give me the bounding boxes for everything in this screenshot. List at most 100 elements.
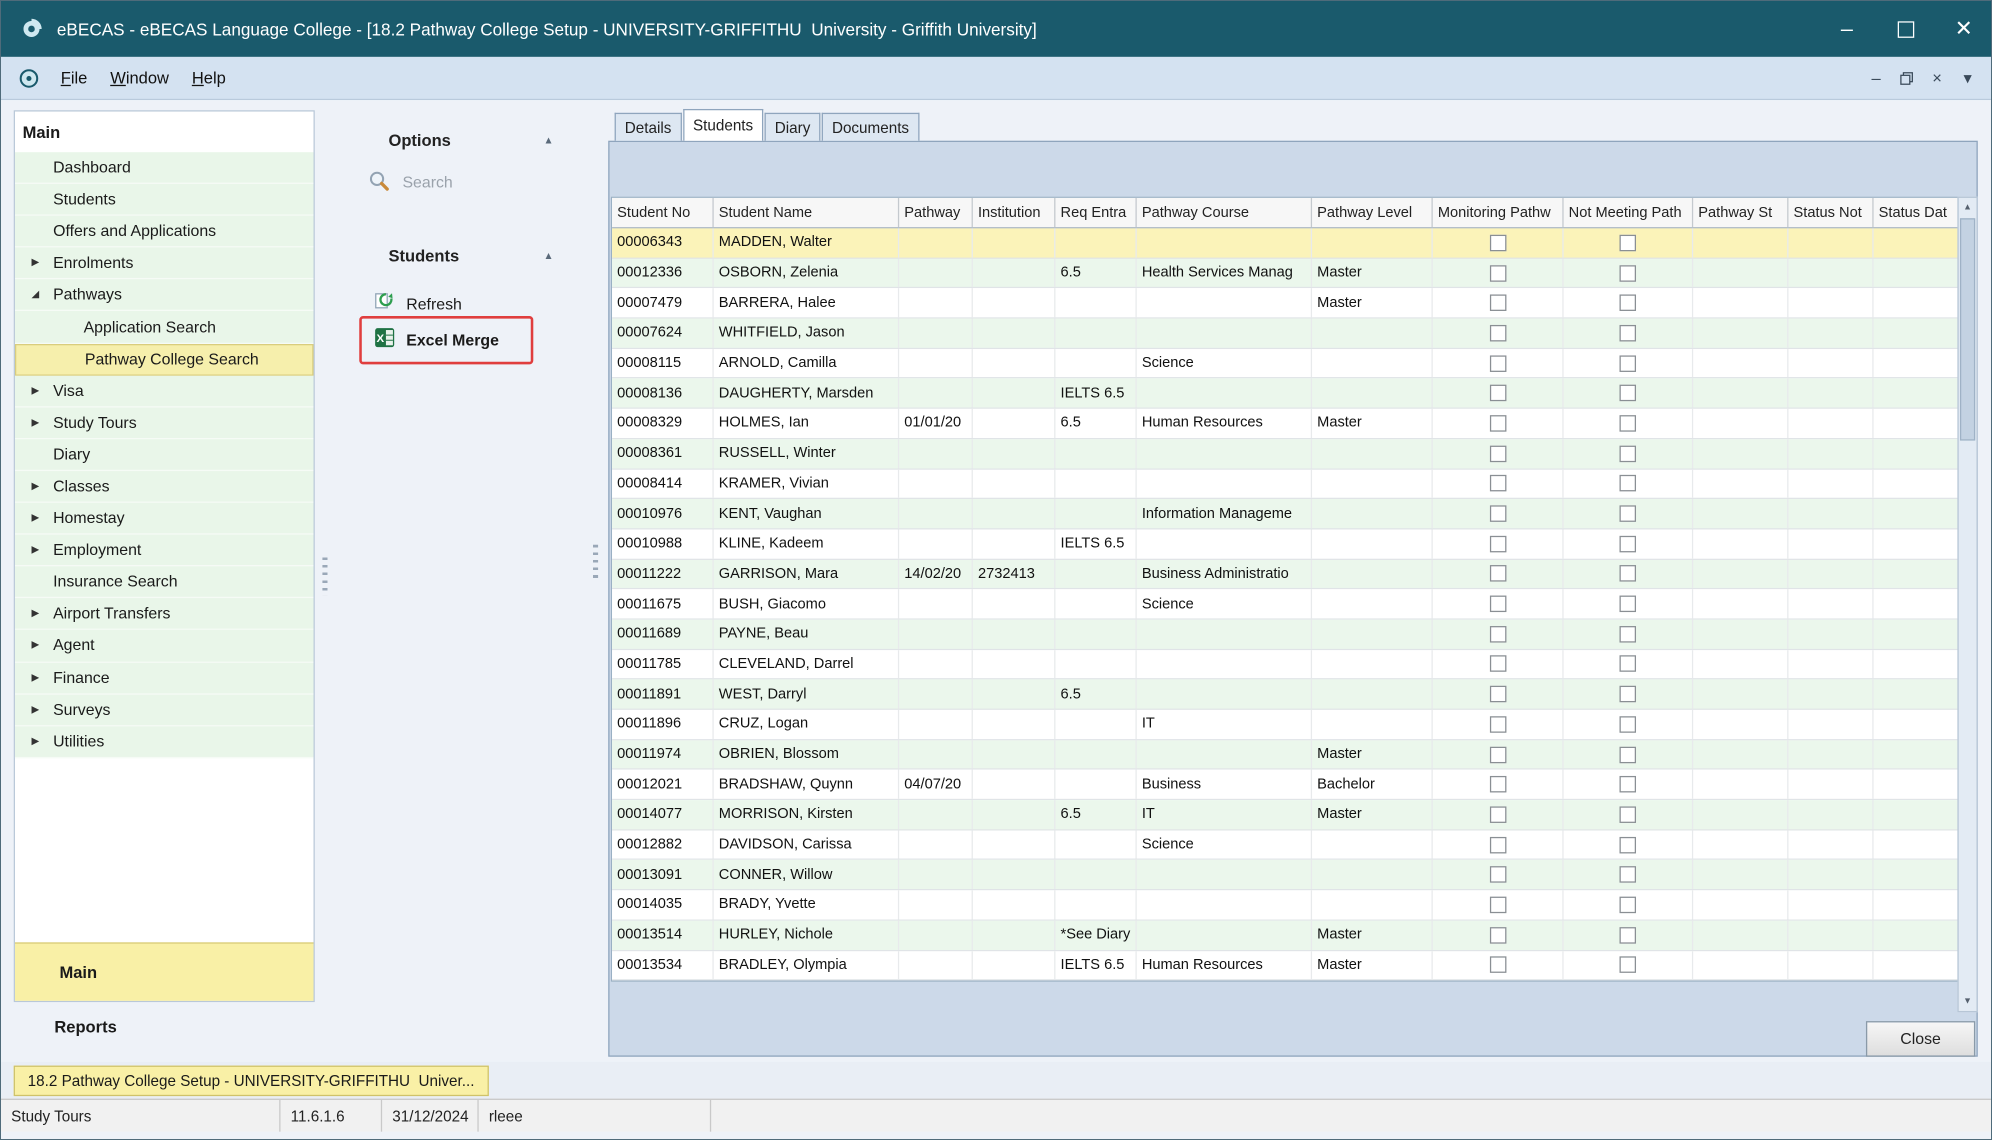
not-meeting-path-checkbox[interactable] xyxy=(1619,265,1636,282)
table-row[interactable]: 00007624WHITFIELD, Jason xyxy=(612,319,1959,349)
vertical-scrollbar[interactable]: ▲ ▼ xyxy=(1957,197,1977,1013)
options-section-header[interactable]: Options xyxy=(388,131,450,150)
sidebar-splitter[interactable] xyxy=(322,557,327,595)
nav-section-main[interactable]: Main xyxy=(15,942,314,1000)
not-meeting-path-checkbox[interactable] xyxy=(1619,385,1636,402)
tab-documents[interactable]: Documents xyxy=(822,113,919,141)
monitoring-pathw-checkbox[interactable] xyxy=(1489,325,1506,342)
sidebar-item-application-search[interactable]: Application Search xyxy=(15,312,314,344)
table-row[interactable]: 00008115ARNOLD, CamillaScience xyxy=(612,349,1959,379)
not-meeting-path-checkbox[interactable] xyxy=(1619,686,1636,703)
scrollbar-thumb[interactable] xyxy=(1960,218,1975,440)
monitoring-pathw-checkbox[interactable] xyxy=(1489,927,1506,944)
sidebar-item-airport-transfers[interactable]: ▶Airport Transfers xyxy=(15,598,314,630)
monitoring-pathw-checkbox[interactable] xyxy=(1489,626,1506,643)
table-row[interactable]: 00006343MADDEN, Walter xyxy=(612,228,1959,258)
search-button[interactable]: Search xyxy=(367,169,453,197)
not-meeting-path-checkbox[interactable] xyxy=(1619,746,1636,763)
not-meeting-path-checkbox[interactable] xyxy=(1619,535,1636,552)
scroll-down-icon[interactable]: ▼ xyxy=(1959,992,1977,1011)
table-row[interactable]: 00011222GARRISON, Mara14/02/202732413Bus… xyxy=(612,559,1959,589)
sidebar-item-classes[interactable]: ▶Classes xyxy=(15,471,314,503)
sidebar-item-study-tours[interactable]: ▶Study Tours xyxy=(15,407,314,439)
monitoring-pathw-checkbox[interactable] xyxy=(1489,776,1506,793)
column-header-req-entra[interactable]: Req Entra xyxy=(1055,198,1136,227)
table-row[interactable]: 00011689PAYNE, Beau xyxy=(612,620,1959,650)
monitoring-pathw-checkbox[interactable] xyxy=(1489,566,1506,583)
not-meeting-path-checkbox[interactable] xyxy=(1619,355,1636,372)
column-header-student-name[interactable]: Student Name xyxy=(714,198,899,227)
monitoring-pathw-checkbox[interactable] xyxy=(1489,897,1506,914)
table-row[interactable]: 00011891WEST, Darryl6.5 xyxy=(612,680,1959,710)
sidebar-item-dashboard[interactable]: Dashboard xyxy=(15,152,314,184)
column-header-student-no[interactable]: Student No xyxy=(612,198,714,227)
not-meeting-path-checkbox[interactable] xyxy=(1619,295,1636,312)
table-row[interactable]: 00011896CRUZ, LoganIT xyxy=(612,710,1959,740)
sidebar-item-enrolments[interactable]: ▶Enrolments xyxy=(15,248,314,280)
minimize-button[interactable]: – xyxy=(1818,1,1876,57)
table-row[interactable]: 00013091CONNER, Willow xyxy=(612,860,1959,890)
not-meeting-path-checkbox[interactable] xyxy=(1619,867,1636,884)
mdi-close-icon[interactable]: × xyxy=(1927,68,1947,88)
table-row[interactable]: 00008329HOLMES, Ian01/01/206.5Human Reso… xyxy=(612,409,1959,439)
table-row[interactable]: 00012021BRADSHAW, Quynn04/07/20BusinessB… xyxy=(612,770,1959,800)
monitoring-pathw-checkbox[interactable] xyxy=(1489,535,1506,552)
monitoring-pathw-checkbox[interactable] xyxy=(1489,295,1506,312)
table-row[interactable]: 00011675BUSH, GiacomoScience xyxy=(612,590,1959,620)
monitoring-pathw-checkbox[interactable] xyxy=(1489,596,1506,613)
table-row[interactable]: 00008361RUSSELL, Winter xyxy=(612,439,1959,469)
not-meeting-path-checkbox[interactable] xyxy=(1619,626,1636,643)
table-row[interactable]: 00013514HURLEY, Nichole*See DiaryMaster xyxy=(612,921,1959,951)
monitoring-pathw-checkbox[interactable] xyxy=(1489,445,1506,462)
sidebar-item-surveys[interactable]: ▶Surveys xyxy=(15,694,314,726)
sidebar-item-agent[interactable]: ▶Agent xyxy=(15,630,314,662)
monitoring-pathw-checkbox[interactable] xyxy=(1489,716,1506,733)
column-header-not-meeting-path[interactable]: Not Meeting Path xyxy=(1564,198,1694,227)
tab-diary[interactable]: Diary xyxy=(765,113,821,141)
menu-dropdown-icon[interactable]: ▾ xyxy=(1957,68,1977,88)
students-section-header[interactable]: Students xyxy=(388,246,459,265)
menu-item-file[interactable]: File xyxy=(49,63,99,92)
column-header-pathway-st[interactable]: Pathway St xyxy=(1693,198,1788,227)
maximize-button[interactable] xyxy=(1876,1,1934,57)
sidebar-item-offers-and-applications[interactable]: Offers and Applications xyxy=(15,216,314,248)
not-meeting-path-checkbox[interactable] xyxy=(1619,235,1636,252)
not-meeting-path-checkbox[interactable] xyxy=(1619,927,1636,944)
monitoring-pathw-checkbox[interactable] xyxy=(1489,505,1506,522)
monitoring-pathw-checkbox[interactable] xyxy=(1489,686,1506,703)
not-meeting-path-checkbox[interactable] xyxy=(1619,445,1636,462)
column-header-pathway-course[interactable]: Pathway Course xyxy=(1137,198,1312,227)
column-header-pathway[interactable]: Pathway xyxy=(899,198,973,227)
not-meeting-path-checkbox[interactable] xyxy=(1619,836,1636,853)
table-row[interactable]: 00010976KENT, VaughanInformation Managem… xyxy=(612,499,1959,529)
sidebar-item-diary[interactable]: Diary xyxy=(15,439,314,471)
sidebar-item-insurance-search[interactable]: Insurance Search xyxy=(15,567,314,599)
not-meeting-path-checkbox[interactable] xyxy=(1619,566,1636,583)
tab-students[interactable]: Students xyxy=(683,109,764,141)
table-row[interactable]: 00007479BARRERA, HaleeMaster xyxy=(612,289,1959,319)
close-window-button[interactable]: ✕ xyxy=(1935,1,1992,57)
column-header-status-dat[interactable]: Status Dat xyxy=(1874,198,1959,227)
column-header-status-not[interactable]: Status Not xyxy=(1788,198,1873,227)
table-row[interactable]: 00014077MORRISON, Kirsten6.5ITMaster xyxy=(612,800,1959,830)
not-meeting-path-checkbox[interactable] xyxy=(1619,656,1636,673)
scroll-up-icon[interactable]: ▲ xyxy=(1959,198,1977,217)
monitoring-pathw-checkbox[interactable] xyxy=(1489,385,1506,402)
monitoring-pathw-checkbox[interactable] xyxy=(1489,746,1506,763)
monitoring-pathw-checkbox[interactable] xyxy=(1489,656,1506,673)
menu-item-window[interactable]: Window xyxy=(99,63,181,92)
not-meeting-path-checkbox[interactable] xyxy=(1619,325,1636,342)
column-header-pathway-level[interactable]: Pathway Level xyxy=(1312,198,1433,227)
not-meeting-path-checkbox[interactable] xyxy=(1619,716,1636,733)
nav-section-reports[interactable]: Reports xyxy=(54,1017,116,1036)
menu-item-help[interactable]: Help xyxy=(180,63,237,92)
monitoring-pathw-checkbox[interactable] xyxy=(1489,806,1506,823)
table-row[interactable]: 00012336OSBORN, Zelenia6.5Health Service… xyxy=(612,258,1959,288)
monitoring-pathw-checkbox[interactable] xyxy=(1489,836,1506,853)
students-collapse-icon[interactable]: ▲ xyxy=(543,251,553,261)
table-row[interactable]: 00012882DAVIDSON, CarissaScience xyxy=(612,830,1959,860)
not-meeting-path-checkbox[interactable] xyxy=(1619,776,1636,793)
options-collapse-icon[interactable]: ▲ xyxy=(543,136,553,146)
table-row[interactable]: 00010988KLINE, KadeemIELTS 6.5 xyxy=(612,529,1959,559)
mdi-minimize-icon[interactable]: – xyxy=(1866,68,1886,88)
